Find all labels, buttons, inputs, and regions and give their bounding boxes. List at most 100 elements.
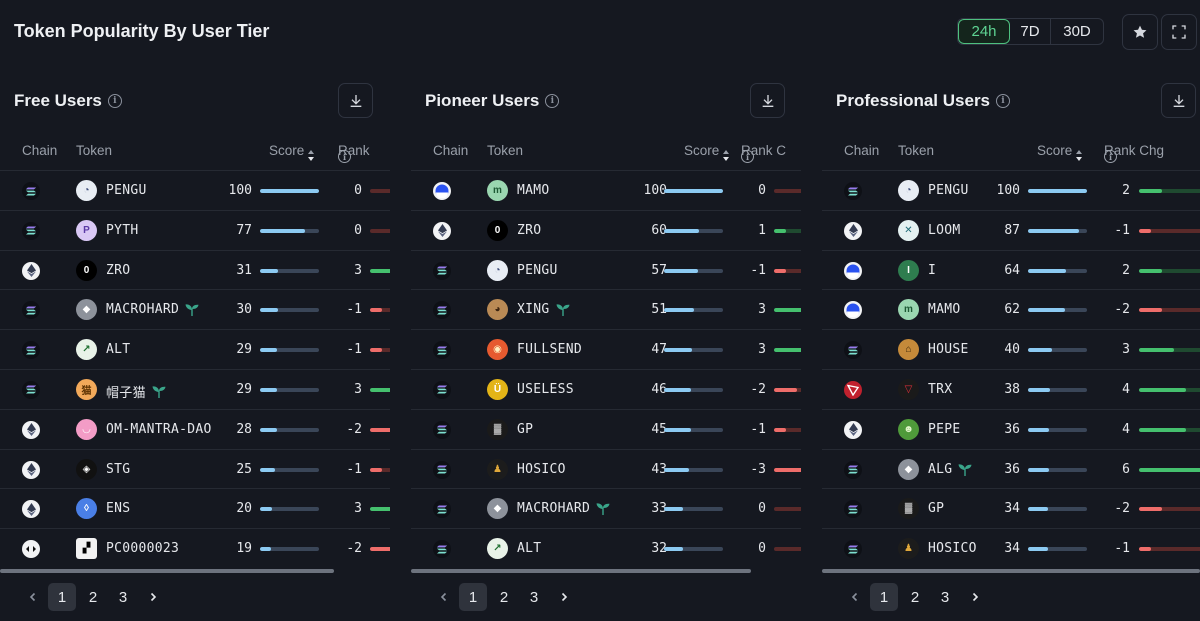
rank-info-icon[interactable]: i — [1104, 150, 1117, 163]
token-name[interactable]: ALG — [928, 462, 972, 477]
page-button-3[interactable]: 3 — [108, 583, 138, 611]
token-name[interactable]: PEPE — [928, 422, 961, 437]
token-name[interactable]: LOOM — [928, 223, 961, 238]
download-button[interactable] — [750, 83, 785, 118]
token-name[interactable]: MAMO — [928, 302, 961, 317]
token-name[interactable]: FULLSEND — [517, 342, 582, 357]
table-row[interactable]: ◔ PENGU 100 0 — [0, 170, 390, 210]
table-row[interactable]: ✕ LOOM 87 -1 — [822, 209, 1200, 250]
token-name[interactable]: GP — [517, 422, 533, 437]
fullscreen-button[interactable] — [1161, 14, 1197, 50]
token-name[interactable]: ZRO — [517, 223, 541, 238]
token-name[interactable]: ALT — [517, 541, 541, 556]
horizontal-scrollbar[interactable] — [0, 569, 334, 573]
next-page-button[interactable] — [138, 583, 168, 611]
professional-users-info-icon[interactable]: i — [996, 94, 1011, 108]
table-row[interactable]: ◉ FULLSEND 47 3 — [411, 329, 801, 369]
table-row[interactable]: ▽ TRX 38 4 — [822, 368, 1200, 409]
token-name[interactable]: PENGU — [106, 183, 147, 198]
token-name[interactable]: USELESS — [517, 382, 574, 397]
table-row[interactable]: ▞ PC0000023 19 -2 — [0, 528, 390, 568]
pioneer-users-info-icon[interactable]: i — [545, 94, 560, 108]
token-name[interactable]: PC0000023 — [106, 541, 179, 556]
range-7d-button[interactable]: 7D — [1010, 19, 1051, 44]
table-row[interactable]: 0 ZRO 60 1 — [411, 209, 801, 250]
next-page-button[interactable] — [549, 583, 579, 611]
table-row[interactable]: ↗ ALT 29 -1 — [0, 329, 390, 369]
table-row[interactable]: ↗ ALT 32 0 — [411, 528, 801, 568]
token-name[interactable]: ENS — [106, 501, 130, 516]
token-name[interactable]: XING — [517, 302, 570, 317]
token-name[interactable]: ALT — [106, 342, 130, 357]
token-name[interactable]: STG — [106, 462, 130, 477]
token-name[interactable]: HOSICO — [928, 541, 977, 556]
token-name[interactable]: MACROHARD — [106, 302, 199, 317]
page-button-2[interactable]: 2 — [489, 583, 519, 611]
table-row[interactable]: ◡ OM-MANTRA-DAO 28 -2 — [0, 408, 390, 449]
table-row[interactable]: ♟ HOSICO 34 -1 — [822, 528, 1200, 568]
prev-page-button[interactable] — [429, 583, 459, 611]
token-name[interactable]: MAMO — [517, 183, 550, 198]
page-button-2[interactable]: 2 — [78, 583, 108, 611]
favorite-button[interactable] — [1122, 14, 1158, 50]
col-score-header[interactable]: Score — [1037, 143, 1083, 161]
page-button-1[interactable]: 1 — [459, 583, 487, 611]
token-name[interactable]: 帽子猫 — [106, 382, 166, 401]
page-button-2[interactable]: 2 — [900, 583, 930, 611]
table-row[interactable]: ◈ STG 25 -1 — [0, 448, 390, 489]
table-row[interactable]: ◔ PENGU 100 2 — [822, 170, 1200, 210]
token-symbol: LOOM — [928, 222, 961, 238]
table-row[interactable]: ◆ MACROHARD 33 0 — [411, 488, 801, 528]
table-row[interactable]: ⌂ HOUSE 40 3 — [822, 329, 1200, 369]
page-button-1[interactable]: 1 — [870, 583, 898, 611]
prev-page-button[interactable] — [840, 583, 870, 611]
table-row[interactable]: ◕ XING 51 3 — [411, 289, 801, 329]
table-row[interactable]: ◆ MACROHARD 30 -1 — [0, 289, 390, 329]
table-row[interactable]: m MAMO 62 -2 — [822, 289, 1200, 329]
token-name[interactable]: TRX — [928, 382, 952, 397]
table-row[interactable]: m MAMO 100 0 — [411, 170, 801, 210]
token-name[interactable]: MACROHARD — [517, 501, 610, 516]
range-30d-button[interactable]: 30D — [1051, 19, 1103, 44]
col-score-header[interactable]: Score — [684, 143, 730, 161]
download-button[interactable] — [1161, 83, 1196, 118]
table-row[interactable]: 0 ZRO 31 3 — [0, 249, 390, 290]
free-users-info-icon[interactable]: i — [107, 94, 122, 108]
prev-page-button[interactable] — [18, 583, 48, 611]
table-row[interactable]: ◊ ENS 20 3 — [0, 488, 390, 528]
page-button-3[interactable]: 3 — [930, 583, 960, 611]
token-name[interactable]: HOSICO — [517, 462, 566, 477]
token-name[interactable]: I — [928, 263, 936, 278]
horizontal-scrollbar[interactable] — [411, 569, 751, 573]
token-name[interactable]: ZRO — [106, 263, 130, 278]
table-row[interactable]: ▓ GP 45 -1 — [411, 408, 801, 449]
col-chain-header: Chain — [433, 143, 469, 158]
table-row[interactable]: ◆ ALG 36 6 — [822, 448, 1200, 489]
table-row[interactable]: Ü USELESS 46 -2 — [411, 368, 801, 409]
table-row[interactable]: P PYTH 77 0 — [0, 209, 390, 250]
download-button[interactable] — [338, 83, 373, 118]
page-button-3[interactable]: 3 — [519, 583, 549, 611]
table-row[interactable]: ♟ HOSICO 43 -3 — [411, 448, 801, 489]
token-symbol: ZRO — [106, 262, 131, 278]
rank-info-icon[interactable]: i — [338, 150, 351, 163]
token-name[interactable]: PYTH — [106, 223, 139, 238]
table-row[interactable]: I I 64 2 — [822, 249, 1200, 290]
table-row[interactable]: ☻ PEPE 36 4 — [822, 408, 1200, 449]
table-row[interactable]: ◔ PENGU 57 -1 — [411, 249, 801, 290]
table-row[interactable]: 猫帽子猫 29 3 — [0, 368, 390, 409]
score-value: 62 — [1004, 302, 1020, 318]
horizontal-scrollbar[interactable] — [822, 569, 1200, 573]
next-page-button[interactable] — [960, 583, 990, 611]
range-24h-button[interactable]: 24h — [958, 19, 1010, 44]
solana-chain-icon — [433, 460, 451, 479]
token-name[interactable]: OM-MANTRA-DAO — [106, 422, 212, 437]
token-name[interactable]: PENGU — [928, 183, 969, 198]
token-name[interactable]: HOUSE — [928, 342, 969, 357]
table-row[interactable]: ▓ GP 34 -2 — [822, 488, 1200, 528]
col-score-header[interactable]: Score — [269, 143, 315, 161]
token-name[interactable]: GP — [928, 501, 944, 516]
page-button-1[interactable]: 1 — [48, 583, 76, 611]
token-name[interactable]: PENGU — [517, 263, 558, 278]
rank-info-icon[interactable]: i — [741, 150, 754, 163]
